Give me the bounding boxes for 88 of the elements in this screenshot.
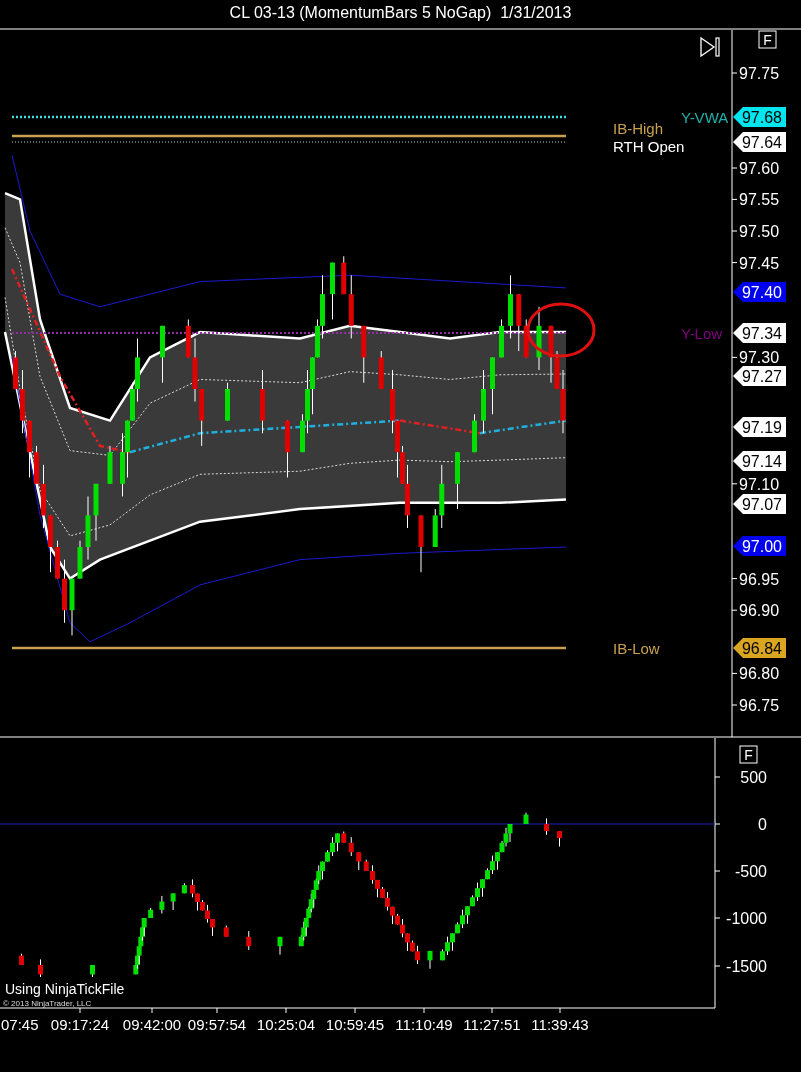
axis-label: 97.30 (739, 349, 780, 367)
candle (285, 420, 290, 478)
line-label: IB-High (613, 120, 664, 137)
price-marker: 96.84 (733, 638, 786, 658)
axis-label: 97.50 (739, 223, 780, 240)
candle (34, 445, 39, 485)
candle (481, 369, 486, 434)
time-label: 11:39:43 (531, 1016, 589, 1033)
line-label: IB-Low (613, 640, 660, 657)
axis-label: 96.90 (739, 602, 780, 620)
time-label: 11:10:49 (395, 1016, 453, 1033)
price-marker: 97.40 (733, 282, 786, 302)
annotation-circle (526, 302, 596, 358)
price-marker: 97.14 (733, 451, 786, 471)
price-marker: 97.27 (733, 366, 786, 386)
axis-label: -500 (734, 863, 767, 880)
price-marker: 97.68 (733, 107, 786, 127)
candle (62, 559, 67, 624)
candle (85, 495, 91, 561)
candle (455, 451, 460, 510)
window-title: CL 03-13 (MomentumBars 5 NoGap) 1/31/2013 (229, 3, 572, 23)
line-label: RTH Open (613, 138, 685, 155)
price-marker: 97.19 (733, 417, 786, 437)
indicator-bar (427, 950, 433, 970)
time-label: 10:59:45 (325, 1016, 385, 1033)
time-label: 10:25:04 (256, 1016, 316, 1033)
candle (48, 514, 53, 573)
axis-label: 96.95 (739, 570, 780, 588)
axis-label: 97.60 (739, 160, 780, 177)
candle (20, 369, 25, 434)
time-label: 07:45 (1, 1016, 39, 1033)
candle (55, 540, 60, 580)
price-marker: 97.34 (733, 323, 786, 343)
indicator-bar (159, 895, 165, 915)
indicator-bar (557, 830, 562, 848)
axis-label: -1000 (726, 910, 767, 927)
indicator-bar (19, 953, 24, 966)
indicator-bar (544, 817, 549, 836)
axis-label: 97.55 (739, 191, 780, 209)
indicator-bar (181, 882, 187, 894)
line-label: Y-VWA (681, 109, 729, 126)
axis-label: 97.75 (739, 65, 780, 82)
price-marker: 97.00 (733, 536, 786, 556)
indicator-bar (38, 958, 43, 978)
time-label: 09:17:24 (50, 1016, 110, 1033)
candle (13, 350, 18, 390)
candle (93, 483, 99, 542)
line-label: Y-Low (681, 325, 723, 342)
indicator-bar (246, 930, 252, 951)
candle (536, 306, 542, 371)
scroll-to-end-icon[interactable] (700, 36, 720, 58)
candle (361, 325, 367, 384)
candle (490, 356, 495, 415)
candle (69, 578, 75, 636)
copyright-note: © 2013 NinjaTrader, LLC (3, 999, 92, 1008)
axis-label: 0 (758, 816, 767, 833)
price-marker: 97.64 (733, 132, 786, 152)
candle (41, 464, 46, 529)
price-marker: 97.07 (733, 494, 786, 514)
candle (260, 369, 265, 434)
f-button[interactable]: F (758, 30, 777, 49)
indicator-bar (90, 964, 95, 978)
axis-label: -1500 (726, 958, 767, 975)
indicator-bar (223, 925, 229, 938)
axis-label: 96.80 (739, 665, 780, 683)
axis-label: 500 (740, 769, 767, 786)
indicator-bar (277, 936, 283, 956)
time-label: 11:27:51 (463, 1016, 521, 1033)
candle (225, 382, 230, 422)
f-button[interactable]: F (739, 745, 758, 764)
candle (160, 325, 165, 384)
candle (378, 350, 384, 390)
indicator-bar (523, 812, 529, 825)
candle (330, 262, 335, 320)
candle (472, 413, 477, 453)
time-label: 09:57:54 (187, 1016, 247, 1033)
candle (499, 319, 504, 358)
candle (107, 445, 113, 485)
candle (508, 274, 513, 339)
axis-label: 97.45 (739, 254, 780, 272)
candle (418, 514, 424, 573)
time-label: 09:42:00 (122, 1016, 182, 1033)
candle (27, 420, 32, 478)
axis-label: 96.75 (739, 697, 780, 714)
indicator-bar (170, 892, 176, 911)
data-source-note: Using NinjaTickFile (5, 981, 125, 997)
candle (77, 540, 83, 580)
axis-label: 97.10 (739, 475, 780, 493)
